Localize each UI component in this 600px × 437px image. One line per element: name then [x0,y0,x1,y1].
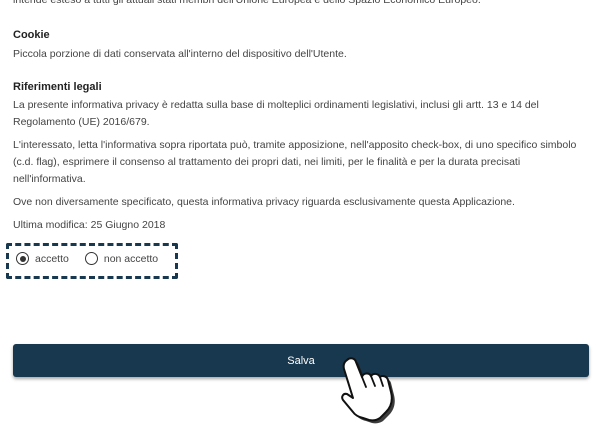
radio-selected-dot [19,255,26,262]
legal-section: Riferimenti legali La presente informati… [13,79,585,234]
top-partial-line: intende esteso a tutti gli attuali stati… [13,0,481,6]
legal-paragraph-2: L'interessato, letta l'informativa sopra… [13,139,577,185]
last-modified: Ultima modifica: 25 Giugno 2018 [13,219,166,231]
radio-accept-label: accetto [35,252,69,265]
radio-accept[interactable]: accetto [16,252,69,265]
radio-accept-circle[interactable] [16,252,29,265]
pointer-hand-icon [341,357,395,424]
radio-decline-circle[interactable] [84,252,98,265]
legal-heading: Riferimenti legali [13,81,102,93]
radio-decline[interactable]: non accetto [84,252,159,265]
radio-decline-label: non accetto [103,252,159,265]
cookie-heading: Cookie [13,29,50,41]
cookie-section: Cookie Piccola porzione di dati conserva… [13,27,585,63]
legal-paragraph-3: Ove non diversamente specificato, questa… [13,196,515,208]
policy-partial-text: intende esteso a tutti gli attuali stati… [13,0,585,9]
cookie-text: Piccola porzione di dati conservata all'… [13,48,347,60]
consent-radio-group: accetto non accetto [16,252,174,265]
legal-paragraph-1: La presente informativa privacy è redatt… [13,99,539,128]
save-button[interactable]: Salva [13,344,589,377]
